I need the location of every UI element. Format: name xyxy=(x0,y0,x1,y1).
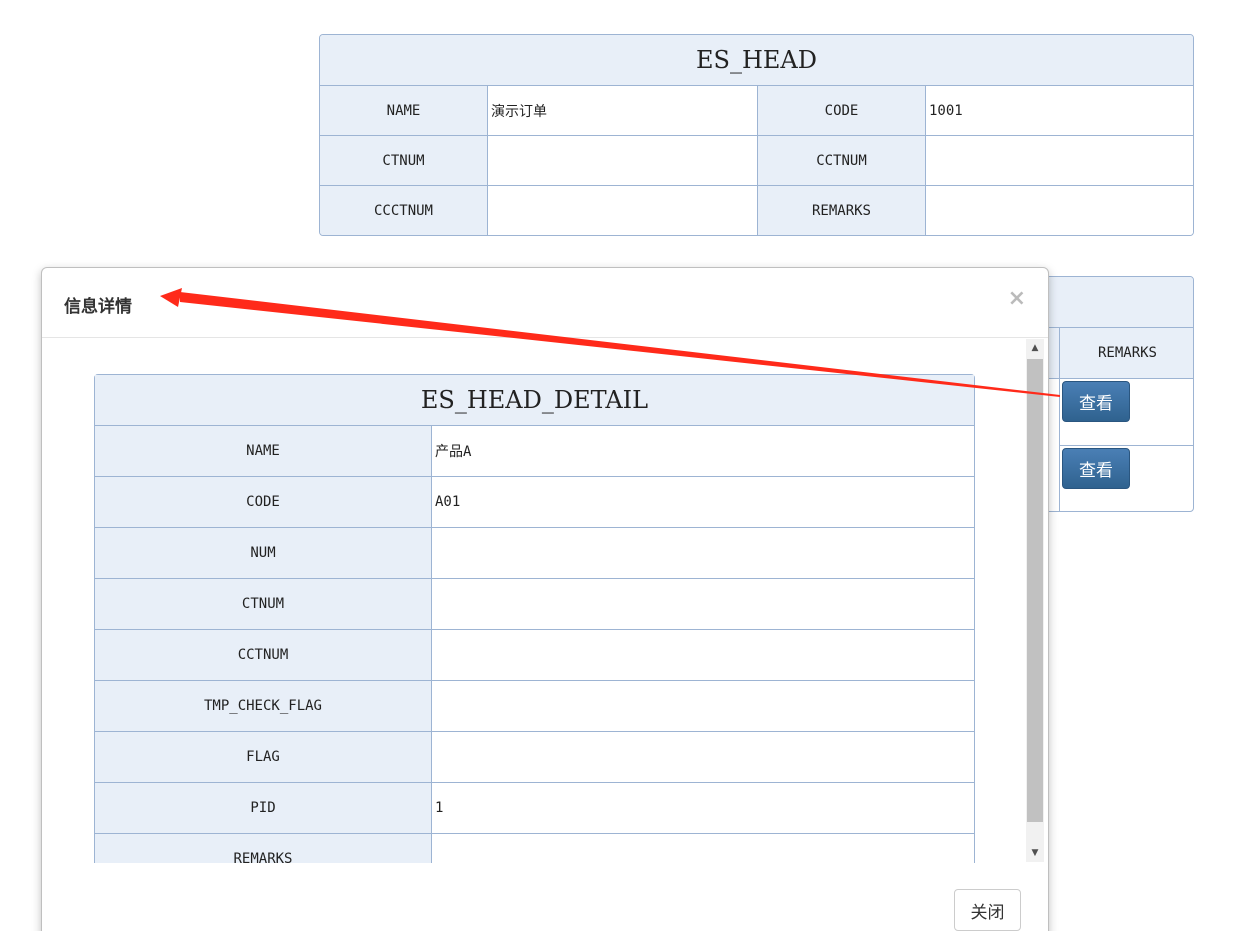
detail-value-num xyxy=(432,528,974,579)
head-value-ctnum xyxy=(488,136,758,186)
head-value-cctnum xyxy=(926,136,1193,186)
detail-grid: NAME 产品A CODE A01 NUM CTNUM CCTNUM TMP_C… xyxy=(95,426,974,863)
detail-label-name: NAME xyxy=(95,426,432,477)
triangle-up-icon[interactable]: ▲ xyxy=(1026,339,1044,357)
detail-label-remarks: REMARKS xyxy=(95,834,432,863)
modal-header: 信息详情 × xyxy=(42,268,1048,338)
detail-value-pid: 1 xyxy=(432,783,974,834)
head-label-name: NAME xyxy=(320,86,488,136)
head-label-ccctnum: CCCTNUM xyxy=(320,186,488,235)
triangle-down-icon[interactable]: ▼ xyxy=(1026,844,1044,862)
detail-value-code: A01 xyxy=(432,477,974,528)
scrollbar-thumb[interactable] xyxy=(1027,359,1043,822)
detail-value-flag xyxy=(432,732,974,783)
head-label-ctnum: CTNUM xyxy=(320,136,488,186)
detail-label-num: NUM xyxy=(95,528,432,579)
detail-label-flag: FLAG xyxy=(95,732,432,783)
head-value-remarks xyxy=(926,186,1193,235)
table-row: 查看 xyxy=(1059,446,1193,511)
es-head-detail-table: ES_HEAD_DETAIL NAME 产品A CODE A01 NUM CTN… xyxy=(94,374,975,863)
detail-value-name: 产品A xyxy=(432,426,974,477)
detail-label-code: CODE xyxy=(95,477,432,528)
info-detail-modal: 信息详情 × ES_HEAD_DETAIL NAME 产品A CODE A01 … xyxy=(41,267,1049,931)
es-head-table: ES_HEAD NAME 演示订单 CODE 1001 CTNUM CCTNUM… xyxy=(319,34,1194,236)
view-button[interactable]: 查看 xyxy=(1062,381,1130,422)
detail-value-tmp-check-flag xyxy=(432,681,974,732)
modal-footer: 关闭 xyxy=(42,863,1048,931)
detail-label-cctnum: CCTNUM xyxy=(95,630,432,681)
detail-value-cctnum xyxy=(432,630,974,681)
detail-label-tmp-check-flag: TMP_CHECK_FLAG xyxy=(95,681,432,732)
es-head-grid: NAME 演示订单 CODE 1001 CTNUM CCTNUM CCCTNUM… xyxy=(320,86,1193,235)
vertical-scrollbar[interactable]: ▲ ▼ xyxy=(1026,339,1044,862)
detail-value-ctnum xyxy=(432,579,974,630)
table-row: 查看 xyxy=(1059,379,1193,446)
head-label-cctnum: CCTNUM xyxy=(758,136,926,186)
detail-list-column-remarks: REMARKS xyxy=(1059,328,1193,379)
head-value-ccctnum xyxy=(488,186,758,235)
head-value-name: 演示订单 xyxy=(488,86,758,136)
detail-value-remarks xyxy=(432,834,974,863)
modal-body[interactable]: ES_HEAD_DETAIL NAME 产品A CODE A01 NUM CTN… xyxy=(42,338,1048,863)
detail-label-pid: PID xyxy=(95,783,432,834)
close-icon[interactable]: × xyxy=(1008,286,1026,311)
es-head-title: ES_HEAD xyxy=(320,35,1193,86)
detail-label-ctnum: CTNUM xyxy=(95,579,432,630)
modal-title: 信息详情 xyxy=(64,297,132,317)
head-label-remarks: REMARKS xyxy=(758,186,926,235)
close-button[interactable]: 关闭 xyxy=(954,889,1021,931)
head-value-code: 1001 xyxy=(926,86,1193,136)
view-button[interactable]: 查看 xyxy=(1062,448,1130,489)
detail-table-title: ES_HEAD_DETAIL xyxy=(95,375,974,426)
head-label-code: CODE xyxy=(758,86,926,136)
